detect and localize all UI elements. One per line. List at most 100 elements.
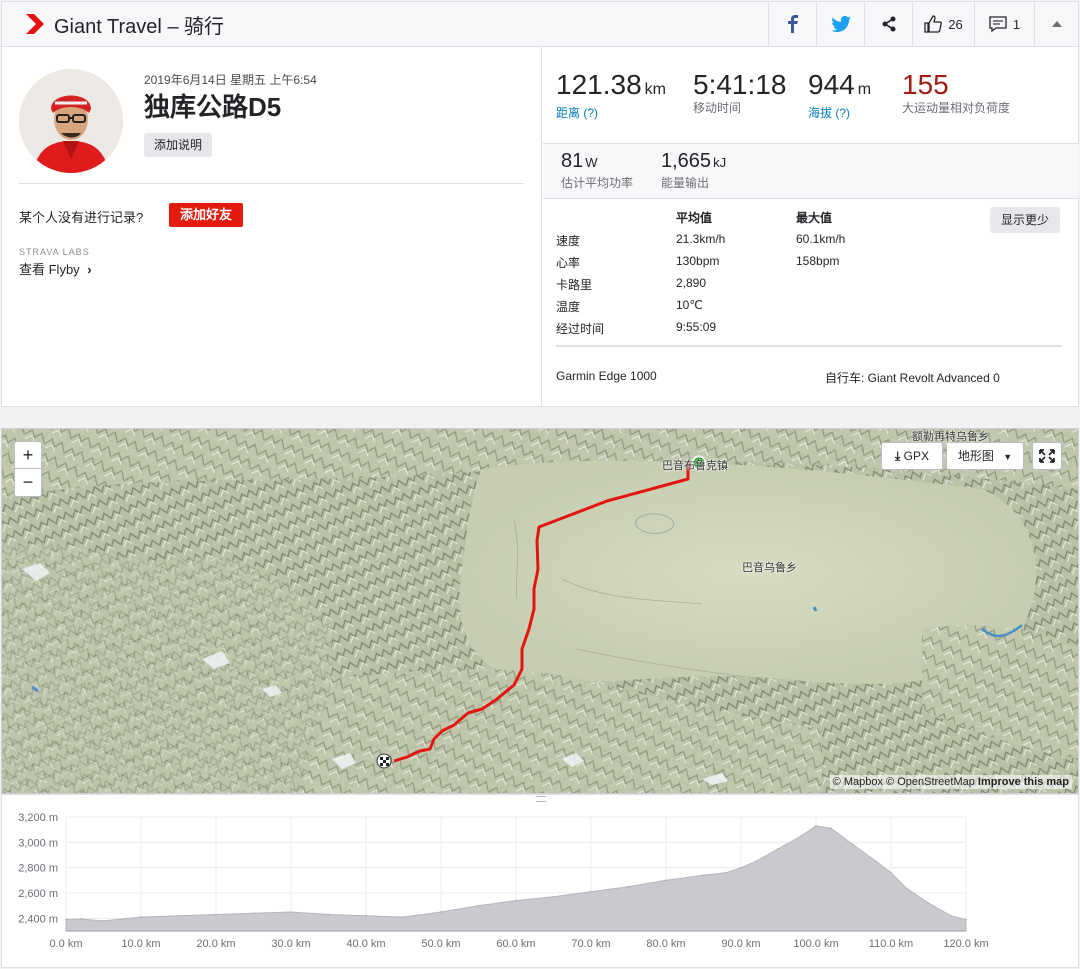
- improve-map-link[interactable]: Improve this map: [978, 776, 1069, 788]
- avatar[interactable]: [19, 69, 123, 173]
- elevation-point: [290, 911, 292, 913]
- power-section: 81 W 估计平均功率 1,665 kJ 能量输出: [543, 143, 1079, 199]
- share-button[interactable]: [864, 2, 912, 46]
- terrain-map[interactable]: [2, 429, 1079, 794]
- moving-time-stat: 5:41:18 移动时间: [693, 69, 786, 115]
- row-label: 经过时间: [556, 322, 605, 336]
- elevation-stat: 944 m 海拔 (?): [808, 69, 871, 120]
- distance-stat: 121.38 km 距离 (?): [556, 69, 666, 120]
- x-tick-label: 90.0 km: [721, 938, 760, 950]
- flyby-label: 查看 Flyby: [19, 262, 80, 277]
- zoom-out-button[interactable]: −: [15, 469, 41, 496]
- map-place-label: 巴音乌鲁乡: [742, 562, 797, 574]
- elevation-point: [627, 885, 630, 888]
- elevation-point: [830, 827, 832, 830]
- gpx-label: GPX: [903, 449, 929, 463]
- map-place-label: 额勒再特乌鲁乡: [912, 431, 989, 443]
- add-friend-button[interactable]: 添加好友: [169, 203, 244, 227]
- distance-unit: km: [644, 81, 666, 98]
- route-map[interactable]: + − ⤓ GPX 地形图 ▼ 额勒再特乌鲁乡 巴音布鲁克镇 巴音乌鲁乡 © M…: [1, 428, 1079, 794]
- power-label: 估计平均功率: [561, 176, 634, 190]
- club-title[interactable]: Giant Travel – 骑行: [54, 10, 224, 39]
- elevation-point: [252, 912, 255, 915]
- elevation-point: [440, 911, 442, 913]
- distance-label[interactable]: 距离 (?): [556, 106, 666, 120]
- comment-button[interactable]: 1: [974, 2, 1034, 46]
- fullscreen-icon: [1039, 449, 1055, 463]
- brand: Giant Travel – 骑行: [2, 10, 768, 39]
- osm-credit[interactable]: © OpenStreetMap: [886, 776, 975, 788]
- row-avg: 2,890: [676, 276, 707, 290]
- gpx-download-button[interactable]: ⤓ GPX: [881, 442, 943, 470]
- y-tick-label: 3,000 m: [18, 837, 58, 849]
- activity-summary-panel: 2019年6月14日 星期五 上午6:54 独库公路D5 添加说明 某个人没有进…: [1, 47, 1079, 407]
- activity-date: 2019年6月14日 星期五 上午6:54: [144, 73, 317, 87]
- flyby-link[interactable]: 查看 Flyby ›: [19, 259, 92, 278]
- x-tick-label: 100.0 km: [793, 938, 838, 950]
- power-unit: W: [585, 155, 598, 170]
- finish-marker[interactable]: [376, 753, 392, 769]
- comment-count: 1: [1012, 16, 1021, 32]
- row-label: 心率: [556, 256, 581, 270]
- x-tick-label: 0.0 km: [49, 938, 82, 950]
- row-max: 60.1km/h: [796, 232, 846, 246]
- elevation-point: [875, 860, 877, 863]
- energy-label: 能量输出: [661, 176, 710, 190]
- activity-title: 独库公路D5: [144, 92, 282, 122]
- x-tick-label: 30.0 km: [271, 938, 310, 950]
- divider: [19, 183, 524, 184]
- show-less-button[interactable]: 显示更少: [990, 207, 1061, 233]
- bike-name[interactable]: 自行车: Giant Revolt Advanced 0: [825, 369, 1000, 386]
- facebook-share-button[interactable]: [768, 2, 816, 46]
- caret-up-icon: [1051, 21, 1062, 27]
- elevation-point: [515, 899, 517, 902]
- x-tick-label: 20.0 km: [196, 938, 235, 950]
- elevation-point: [740, 866, 742, 869]
- elevation-point: [215, 913, 217, 916]
- elevation-point: [965, 918, 967, 921]
- relative-effort-value: 155: [902, 69, 949, 100]
- facebook-icon: [787, 15, 798, 33]
- x-tick-label: 40.0 km: [346, 938, 385, 950]
- add-description-button[interactable]: 添加说明: [144, 133, 213, 157]
- twitter-share-button[interactable]: [816, 2, 864, 46]
- download-icon: ⤓: [895, 449, 901, 463]
- elevation-point: [177, 915, 180, 917]
- device-name: Garmin Edge 1000: [556, 369, 657, 383]
- zoom-in-button[interactable]: +: [15, 442, 41, 469]
- y-tick-label: 2,400 m: [18, 913, 58, 925]
- elevation-point: [702, 874, 705, 877]
- collapse-button[interactable]: [1034, 2, 1078, 46]
- kudos-button[interactable]: 26: [912, 2, 974, 46]
- elevation-value: 944: [808, 69, 855, 100]
- elevation-point: [102, 920, 105, 922]
- elevation-point: [905, 887, 907, 889]
- moving-time-label: 移动时间: [693, 101, 742, 115]
- row-label: 速度: [556, 234, 581, 248]
- elevation-chart[interactable]: 2,400 m 2,600 m 2,800 m 3,000 m 3,200 m 0.0 k…: [2, 795, 1078, 967]
- elevation-unit: m: [857, 81, 872, 98]
- activity-header: Giant Travel – 骑行 26 1: [1, 1, 1079, 47]
- elevation-point: [777, 847, 780, 850]
- elevation-point: [927, 902, 930, 904]
- elevation-point: [65, 918, 67, 921]
- mapbox-credit[interactable]: © Mapbox: [833, 776, 883, 788]
- comment-icon: [989, 16, 1007, 33]
- stats-section: 121.38 km 距离 (?) 5:41:18 移动时间 944 m 海拔 (?)…: [543, 47, 1079, 406]
- x-tick-label: 50.0 km: [421, 938, 460, 950]
- relative-effort-stat[interactable]: 155 大运动量相对负荷度: [902, 69, 1012, 115]
- row-max: 158bpm: [796, 254, 840, 268]
- elevation-label[interactable]: 海拔 (?): [808, 106, 871, 120]
- elevation-point: [890, 871, 892, 874]
- strava-labs-label: STRAVA LABS: [19, 247, 90, 257]
- athlete-section: 2019年6月14日 星期五 上午6:54 独库公路D5 添加说明 某个人没有进…: [2, 47, 542, 406]
- x-tick-label: 110.0 km: [869, 938, 913, 950]
- row-avg: 10℃: [676, 298, 703, 312]
- energy-stat: 1,665 kJ 能量输出: [661, 150, 726, 191]
- elevation-point: [815, 825, 817, 827]
- fullscreen-button[interactable]: [1032, 442, 1062, 470]
- elevation-point: [725, 871, 727, 874]
- map-attribution: © Mapbox © OpenStreetMap Improve this ma…: [829, 775, 1072, 789]
- map-type-dropdown[interactable]: 地形图 ▼: [946, 442, 1024, 470]
- elevation-point: [140, 916, 142, 918]
